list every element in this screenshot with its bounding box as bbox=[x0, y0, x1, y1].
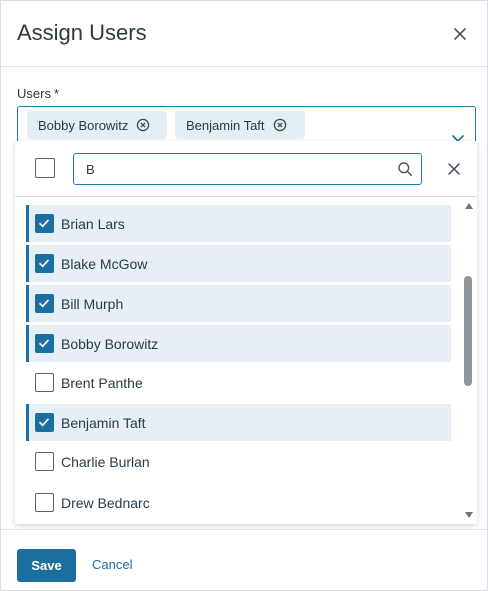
list-item-label: Bobby Borowitz bbox=[61, 335, 159, 352]
list-item-label: Brent Panthe bbox=[61, 374, 143, 391]
dialog-header: Assign Users bbox=[1, 1, 487, 67]
list-item-label: Benjamin Taft bbox=[61, 414, 146, 431]
list-item[interactable]: Bill Murph bbox=[26, 285, 451, 322]
scroll-down-icon[interactable] bbox=[465, 512, 473, 518]
list-item-label: Blake McGow bbox=[61, 255, 148, 272]
list-item[interactable]: Brian Lars bbox=[26, 205, 451, 242]
circle-x-icon[interactable] bbox=[273, 118, 287, 132]
user-options-list: Brian Lars Blake McGow Bill Murph Bobby … bbox=[15, 197, 477, 523]
select-all-checkbox[interactable] bbox=[35, 158, 55, 178]
close-icon[interactable] bbox=[449, 23, 471, 45]
chip-label: Bobby Borowitz bbox=[38, 117, 129, 133]
dropdown-header bbox=[15, 141, 477, 197]
cancel-button[interactable]: Cancel bbox=[92, 557, 132, 572]
users-field-label: Users * bbox=[17, 86, 59, 101]
scrollbar-thumb[interactable] bbox=[464, 276, 472, 386]
search-icon bbox=[398, 162, 412, 176]
close-icon[interactable] bbox=[447, 162, 461, 176]
list-item-label: Drew Bednarc bbox=[61, 494, 150, 511]
scroll-up-icon[interactable] bbox=[465, 203, 473, 209]
checkbox-unchecked[interactable] bbox=[35, 373, 54, 392]
list-item[interactable]: Bobby Borowitz bbox=[26, 325, 451, 362]
list-item[interactable]: Brent Panthe bbox=[26, 364, 451, 401]
assign-users-dialog: Assign Users Users * Bobby Borowitz Benja… bbox=[0, 0, 488, 591]
checkbox-checked[interactable] bbox=[35, 334, 54, 353]
list-scrollbar[interactable] bbox=[462, 201, 474, 521]
list-item[interactable]: Charlie Burlan bbox=[26, 443, 451, 480]
save-button[interactable]: Save bbox=[17, 549, 76, 582]
list-item-label: Brian Lars bbox=[61, 215, 125, 232]
chip-label: Benjamin Taft bbox=[186, 117, 265, 133]
search-input[interactable] bbox=[73, 153, 422, 185]
list-item-label: Bill Murph bbox=[61, 295, 124, 312]
user-chip: Benjamin Taft bbox=[175, 111, 305, 139]
user-chip: Bobby Borowitz bbox=[27, 111, 167, 139]
dialog-title: Assign Users bbox=[17, 20, 147, 45]
checkbox-checked[interactable] bbox=[35, 413, 54, 432]
users-label-text: Users bbox=[17, 86, 51, 101]
checkbox-checked[interactable] bbox=[35, 214, 54, 233]
list-item-label: Charlie Burlan bbox=[61, 453, 150, 470]
checkbox-checked[interactable] bbox=[35, 254, 54, 273]
list-item[interactable]: Benjamin Taft bbox=[26, 404, 451, 441]
list-item[interactable]: Blake McGow bbox=[26, 245, 451, 282]
list-item[interactable]: Drew Bednarc bbox=[26, 484, 451, 521]
required-marker: * bbox=[53, 86, 60, 101]
users-dropdown: Brian Lars Blake McGow Bill Murph Bobby … bbox=[15, 141, 477, 524]
checkbox-checked[interactable] bbox=[35, 294, 54, 313]
dialog-footer: Save Cancel bbox=[1, 529, 487, 590]
checkbox-unchecked[interactable] bbox=[35, 452, 54, 471]
circle-x-icon[interactable] bbox=[136, 118, 150, 132]
checkbox-unchecked[interactable] bbox=[35, 493, 54, 512]
